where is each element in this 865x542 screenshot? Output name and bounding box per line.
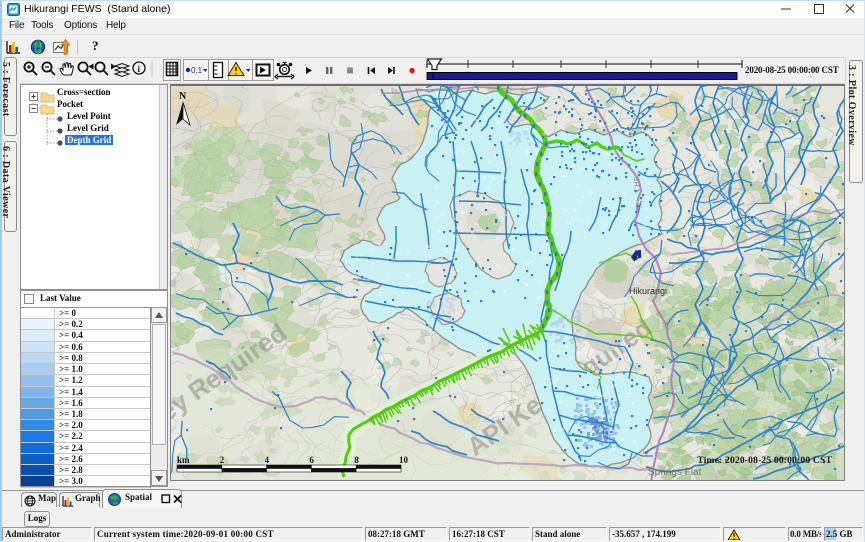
svg-text:8: 8 <box>354 455 359 465</box>
svg-text:2: 2 <box>220 455 225 465</box>
svg-text:i: i <box>138 64 141 74</box>
svg-text:6: 6 <box>309 455 314 465</box>
svg-text:SH 1: SH 1 <box>632 177 639 193</box>
svg-text:Springs Flat: Springs Flat <box>648 467 702 478</box>
svg-text:Time: 2020-08-25 00:00:00 CST: Time: 2020-08-25 00:00:00 CST <box>697 456 832 466</box>
svg-text:N: N <box>179 91 187 102</box>
svg-text:0.1: 0.1 <box>191 66 203 75</box>
svg-text:10: 10 <box>399 455 409 465</box>
svg-text:km: km <box>177 455 190 465</box>
svg-text:Hikurangi: Hikurangi <box>629 286 667 296</box>
svg-text:4: 4 <box>265 455 270 465</box>
